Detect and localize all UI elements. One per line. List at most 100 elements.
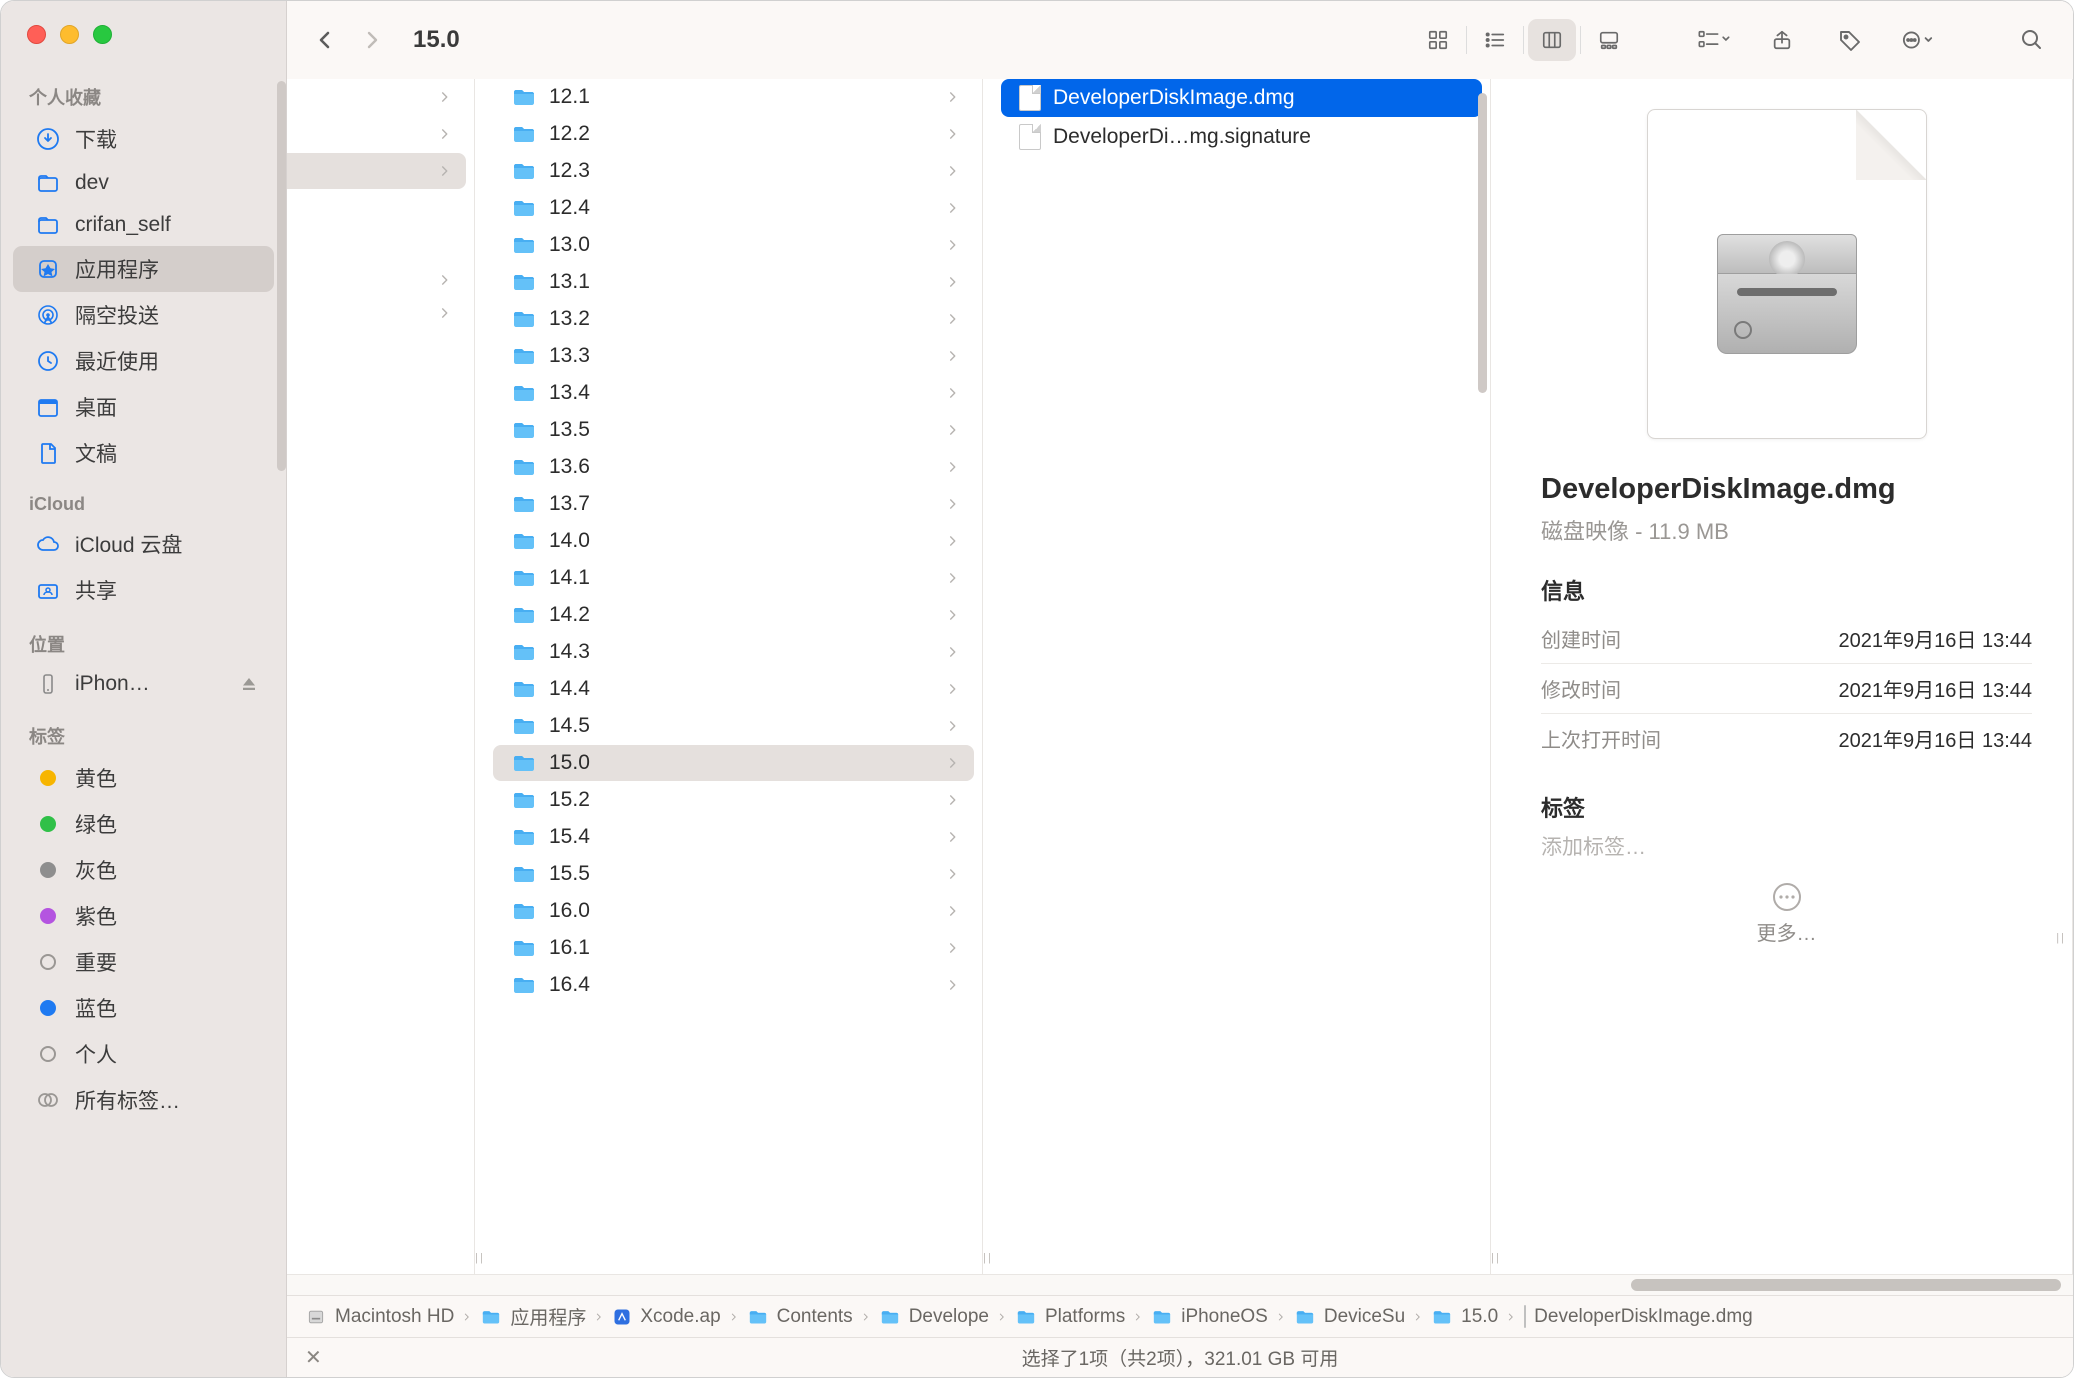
sidebar-item[interactable]: 桌面: [13, 384, 274, 430]
path-crumb[interactable]: Macintosh HD: [305, 1306, 454, 1328]
back-button[interactable]: [305, 20, 345, 60]
path-crumb[interactable]: iPhoneOS: [1151, 1306, 1268, 1328]
file-icon: [1019, 124, 1041, 150]
folder-row[interactable]: 15.4: [493, 819, 974, 855]
folder-row[interactable]: 14.5: [493, 708, 974, 744]
zoom-button[interactable]: [93, 25, 112, 44]
column-scrollbar[interactable]: [1478, 93, 1487, 393]
sidebar-scrollbar[interactable]: [277, 81, 286, 471]
folder-row[interactable]: 14.3: [493, 634, 974, 670]
folder-row[interactable]: 12.1: [493, 79, 974, 115]
sidebar-item[interactable]: iCloud 云盘: [13, 521, 274, 567]
folder-row[interactable]: 13.2: [493, 301, 974, 337]
folder-row[interactable]: er: [287, 116, 466, 152]
eject-icon[interactable]: [240, 675, 258, 693]
folder-row[interactable]: 12.2: [493, 116, 974, 152]
folder-row[interactable]: 12.4: [493, 190, 974, 226]
tags-button[interactable]: [1827, 19, 1873, 61]
column-resize-handle[interactable]: ||: [983, 79, 993, 1274]
minimize-button[interactable]: [60, 25, 79, 44]
file-row[interactable]: DeveloperDi…mg.signature: [1001, 118, 1482, 156]
sidebar-item[interactable]: 个人: [13, 1031, 274, 1077]
sidebar-item[interactable]: 隔空投送: [13, 292, 274, 338]
search-button[interactable]: [2009, 19, 2055, 61]
folder-row[interactable]: 15.5: [493, 856, 974, 892]
folder-row[interactable]: 16.0: [493, 893, 974, 929]
path-crumb[interactable]: 应用程序: [480, 1303, 586, 1330]
chevron-right-icon: [438, 270, 452, 290]
add-tags-field[interactable]: 添加标签…: [1541, 831, 1646, 861]
path-crumb[interactable]: DeveloperDiskImage.dmg: [1524, 1306, 1753, 1328]
folder-row[interactable]: 12.3: [493, 153, 974, 189]
column-3[interactable]: DeveloperDiskImage.dmgDeveloperDi…mg.sig…: [993, 79, 1491, 1274]
chevron-right-icon: [946, 938, 960, 958]
sidebar-item[interactable]: 紫色: [13, 893, 274, 939]
folder-row[interactable]: 13.3: [493, 338, 974, 374]
sidebar-item[interactable]: dev: [13, 162, 274, 204]
preview-more[interactable]: 更多…: [1757, 883, 1817, 946]
sidebar-item[interactable]: 最近使用: [13, 338, 274, 384]
desktop-icon: [35, 394, 61, 420]
sidebar-item[interactable]: 黄色: [13, 755, 274, 801]
view-columns-button[interactable]: [1528, 19, 1576, 61]
chevron-right-icon: [946, 87, 960, 107]
folder-row[interactable]: st: [287, 227, 466, 263]
row-label: 13.5: [549, 418, 934, 442]
folder-row[interactable]: [287, 264, 466, 296]
folder-row[interactable]: 13.7: [493, 486, 974, 522]
folder-row[interactable]: 14.0: [493, 523, 974, 559]
folder-row[interactable]: 13.6: [493, 449, 974, 485]
folder-row[interactable]: 16.1: [493, 930, 974, 966]
folder-row[interactable]: 14.2: [493, 597, 974, 633]
folder-row[interactable]: 16.4: [493, 967, 974, 1003]
folder-row[interactable]: 14.4: [493, 671, 974, 707]
path-crumb[interactable]: Platforms: [1015, 1306, 1125, 1328]
sidebar-item[interactable]: crifan_self: [13, 204, 274, 246]
sidebar-item[interactable]: 应用程序: [13, 246, 274, 292]
folder-row[interactable]: .plist: [287, 330, 466, 366]
share-button[interactable]: [1759, 19, 1805, 61]
column-resize-handle[interactable]: ||: [1491, 79, 1501, 1274]
sidebar-item[interactable]: 灰色: [13, 847, 274, 893]
sidebar-item[interactable]: 绿色: [13, 801, 274, 847]
sidebar-item[interactable]: 共享: [13, 567, 274, 613]
folder-row[interactable]: [287, 297, 466, 329]
sidebar-item[interactable]: 所有标签…: [13, 1077, 274, 1123]
column-2[interactable]: 12.112.212.312.413.013.113.213.313.4 13.5…: [485, 79, 983, 1274]
sidebar-item[interactable]: 下载: [13, 116, 274, 162]
path-crumb[interactable]: Develope: [879, 1306, 989, 1328]
column-1[interactable]: ignatureerSupportnsst .plist: [287, 79, 475, 1274]
path-crumb[interactable]: Xcode.ap: [612, 1306, 720, 1328]
view-grid-button[interactable]: [1414, 19, 1462, 61]
info-row: 创建时间2021年9月16日 13:44: [1541, 614, 2032, 664]
sidebar-item[interactable]: 文稿: [13, 430, 274, 476]
folder-row[interactable]: 13.1: [493, 264, 974, 300]
close-button[interactable]: [27, 25, 46, 44]
path-crumb[interactable]: DeviceSu: [1294, 1306, 1405, 1328]
column-resize-handle[interactable]: ||: [475, 79, 485, 1274]
app-icon: [35, 256, 61, 282]
folder-row[interactable]: ignature: [287, 79, 466, 115]
forward-button[interactable]: [353, 20, 393, 60]
action-menu-button[interactable]: [1895, 19, 1941, 61]
folder-row[interactable]: Support: [287, 153, 466, 189]
view-gallery-button[interactable]: [1585, 19, 1633, 61]
group-by-button[interactable]: [1691, 19, 1737, 61]
path-crumb[interactable]: Contents: [747, 1306, 853, 1328]
file-row[interactable]: DeveloperDiskImage.dmg: [1001, 79, 1482, 117]
path-crumb[interactable]: 15.0: [1431, 1306, 1498, 1328]
folder-row[interactable]: 13.0: [493, 227, 974, 263]
folder-row[interactable]: 15.0: [493, 745, 974, 781]
preview-resize-handle[interactable]: ||: [2056, 932, 2066, 944]
view-list-button[interactable]: [1471, 19, 1519, 61]
folder-row[interactable]: 13.5: [493, 412, 974, 448]
folder-row[interactable]: 13.4: [493, 375, 974, 411]
sidebar-item[interactable]: iPhon…: [13, 663, 274, 705]
sidebar-item[interactable]: 重要: [13, 939, 274, 985]
folder-row[interactable]: 15.2: [493, 782, 974, 818]
sidebar-item[interactable]: 蓝色: [13, 985, 274, 1031]
status-close-button[interactable]: ✕: [305, 1345, 322, 1370]
horizontal-scrollbar-thumb[interactable]: [1631, 1279, 2061, 1291]
folder-row[interactable]: ns: [287, 190, 466, 226]
folder-row[interactable]: 14.1: [493, 560, 974, 596]
